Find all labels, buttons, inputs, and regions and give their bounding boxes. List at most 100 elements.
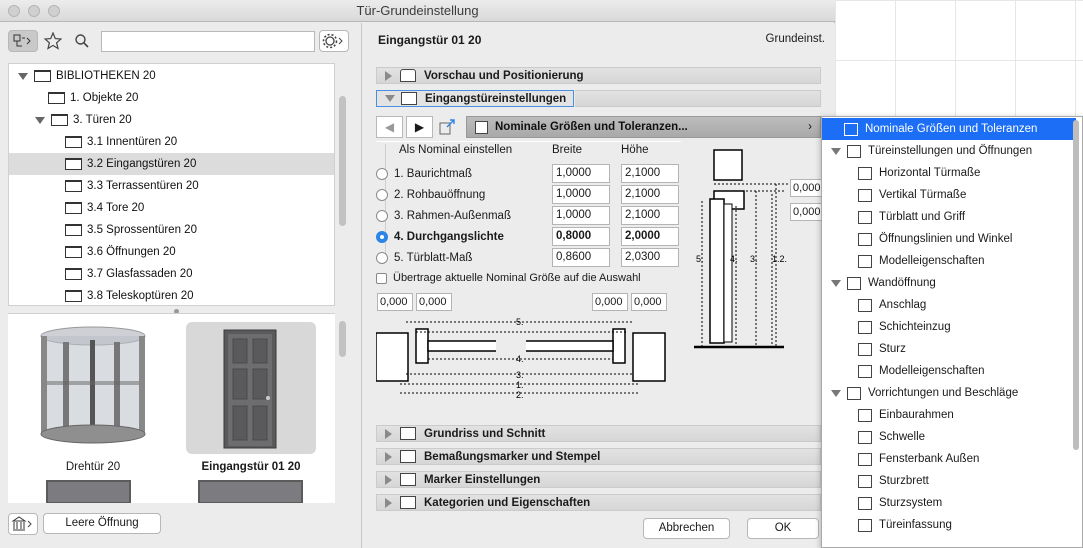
nominal-radio[interactable] [376,210,388,222]
favorites-star-icon[interactable] [43,31,63,53]
thumbnail-eingangstuer[interactable] [186,322,316,454]
nominal-height-field[interactable]: 2,1000 [621,185,679,204]
menu-item[interactable]: Modelleigenschaften [822,250,1076,272]
nominal-row-label: 1. Baurichtmaß [394,168,472,180]
tree-item[interactable]: BIBLIOTHEKEN 20 [9,65,334,87]
menu-item[interactable]: Nominale Größen und Toleranzen [822,118,1076,140]
tolerance-left-2[interactable]: 0,000 [416,293,452,311]
nominal-height-field[interactable]: 2,1000 [621,164,679,183]
thumbnail-door-3[interactable] [46,480,131,503]
section-collapsed[interactable]: Kategorien und Eigenschaften [376,494,821,511]
search-icon[interactable] [74,33,90,52]
tolerance-right-1[interactable]: 0,000 [592,293,628,311]
menu-item[interactable]: Öffnungslinien und Winkel [822,228,1076,250]
model-properties-icon [858,254,872,268]
menu-item[interactable]: Schwelle [822,426,1076,448]
menu-item[interactable]: Sturzbrett [822,470,1076,492]
menu-item[interactable]: Horizontal Türmaße [822,162,1076,184]
thumbnail-drehtuer[interactable] [28,322,158,454]
wall-opening-icon [847,276,861,290]
disclosure-triangle-icon[interactable] [831,279,841,287]
tree-item[interactable]: 3.6 Öffnungen 20 [9,241,334,263]
section-collapsed[interactable]: Marker Einstellungen [376,471,821,488]
thumbnail-door-4[interactable] [198,480,303,503]
nominal-height-field[interactable]: 2,0300 [621,248,679,267]
tolerance-side-2[interactable]: 0,000 [790,203,821,221]
section-dimension-diagram: 5. 4. 3. 1.2. [694,149,788,349]
zoom-window-button[interactable] [48,5,60,17]
nominal-width-field[interactable]: 0,8000 [552,227,610,246]
nominal-height-field[interactable]: 2,0000 [621,227,679,246]
menu-item[interactable]: Modelleigenschaften [822,360,1076,382]
menu-item[interactable]: Schichteinzug [822,316,1076,338]
close-window-button[interactable] [8,5,20,17]
tree-item[interactable]: 3.1 Innentüren 20 [9,131,334,153]
nominal-height-field[interactable]: 2,1000 [621,206,679,225]
empty-opening-button[interactable]: Leere Öffnung [43,513,161,534]
tolerance-side-1[interactable]: 0,000 [790,179,821,197]
tree-item[interactable]: 3.2 Eingangstüren 20 [9,153,334,175]
menu-item[interactable]: Türblatt und Griff [822,206,1076,228]
export-icon[interactable] [438,118,458,139]
tree-scrollbar[interactable] [339,96,346,226]
nominal-width-field[interactable]: 0,8600 [552,248,610,267]
tree-item-label: 1. Objekte 20 [70,92,139,104]
menu-item[interactable]: Türeinfassung [822,514,1076,536]
thumbnails-scrollbar[interactable] [339,321,346,357]
nominal-row-label: 2. Rohbauöffnung [394,189,486,201]
library-view-button[interactable] [8,30,38,52]
section-collapsed[interactable]: Bemaßungsmarker und Stempel [376,448,821,465]
tree-item[interactable]: 3.5 Sprossentüren 20 [9,219,334,241]
tree-item[interactable]: 3.4 Tore 20 [9,197,334,219]
nominal-width-field[interactable]: 1,0000 [552,206,610,225]
page-selector-dropdown[interactable]: Nominale Größen und Toleranzen... › [466,116,821,138]
menu-item[interactable]: Sturz [822,338,1076,360]
tree-item[interactable]: 3.7 Glasfassaden 20 [9,263,334,285]
disclosure-triangle-icon[interactable] [18,72,28,80]
tree-item[interactable]: 3.3 Terrassentüren 20 [9,175,334,197]
search-input[interactable] [101,31,315,52]
tolerance-right-2[interactable]: 0,000 [631,293,667,311]
menu-item[interactable]: Fensterbank Außen [822,448,1076,470]
page-selector-label: Nominale Größen und Toleranzen... [495,121,688,133]
frame-icon [858,408,872,422]
section-collapsed[interactable]: Grundriss und Schnitt [376,425,821,442]
menu-item[interactable]: Türeinstellungen und Öffnungen [822,140,1076,162]
tolerance-left-1[interactable]: 0,000 [377,293,413,311]
nominal-radio[interactable] [376,231,388,243]
menu-scrollbar[interactable] [1073,120,1079,450]
chevron-left-icon: ◀ [384,120,395,134]
library-manager-button[interactable] [8,513,38,535]
cancel-button[interactable]: Abbrechen [643,518,730,539]
section-door-settings[interactable]: Eingangstüreinstellungen [376,90,574,107]
nominal-width-field[interactable]: 1,0000 [552,164,610,183]
menu-item-label: Vertikal Türmaße [879,189,967,201]
transfer-checkbox-row[interactable]: Übertrage aktuelle Nominal Größe auf die… [376,268,696,288]
nominal-width-field[interactable]: 1,0000 [552,185,610,204]
tree-item[interactable]: 3.8 Teleskoptüren 20 [9,285,334,305]
menu-item[interactable]: Einbaurahmen [822,404,1076,426]
door-settings-icon [847,144,861,158]
minimize-window-button[interactable] [28,5,40,17]
prev-page-button[interactable]: ◀ [376,116,403,138]
next-page-button[interactable]: ▶ [406,116,433,138]
settings-menu-button[interactable] [319,30,349,52]
ok-button[interactable]: OK [747,518,819,539]
menu-item[interactable]: Sturzsystem [822,492,1076,514]
nominal-radio[interactable] [376,252,388,264]
menu-item[interactable]: Vertikal Türmaße [822,184,1076,206]
section-preview[interactable]: Vorschau und Positionierung [376,67,821,84]
nominal-radio[interactable] [376,168,388,180]
tree-item[interactable]: 1. Objekte 20 [9,87,334,109]
tree-item[interactable]: 3. Türen 20 [9,109,334,131]
disclosure-triangle-icon[interactable] [831,147,841,155]
nominal-radio[interactable] [376,189,388,201]
disclosure-triangle-icon[interactable] [35,116,45,124]
transfer-checkbox[interactable] [376,272,387,284]
expand-triangle-icon [385,451,392,462]
menu-item[interactable]: Wandöffnung [822,272,1076,294]
menu-item[interactable]: Vorrichtungen und Beschläge [822,382,1076,404]
menu-item[interactable]: Anschlag [822,294,1076,316]
folder-icon [65,136,82,148]
disclosure-triangle-icon[interactable] [831,389,841,397]
